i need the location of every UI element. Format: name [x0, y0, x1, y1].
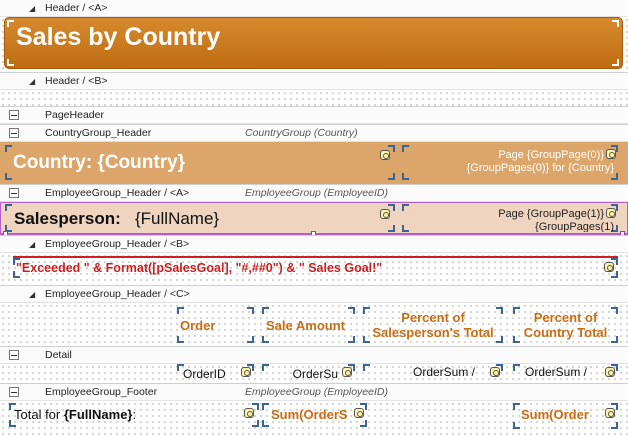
collapse-box-icon[interactable]: [9, 350, 19, 360]
detail-pct1-text: OrderSum /: [413, 365, 476, 379]
header-b-area: [0, 90, 628, 106]
salesperson-label: Salesperson:: [14, 209, 121, 228]
total-prefix: Total for: [14, 407, 64, 422]
field-icon: [490, 367, 500, 377]
sum-order-country-text: Sum(Order: [521, 407, 589, 422]
salesperson-field[interactable]: Salesperson: {FullName}: [5, 204, 395, 232]
title-bracket: [7, 20, 619, 66]
band-employee-group-header-c[interactable]: ◢ EmployeeGroup_Header / <C>: [0, 285, 628, 303]
detail-pct2-text: OrderSum /: [525, 365, 588, 379]
field-icon: [241, 367, 251, 377]
col-pct-country-line1: Percent of: [533, 310, 598, 325]
country-page-field[interactable]: Page {GroupPage(0)} {GroupPages(0)} for …: [402, 145, 618, 180]
band-label: Detail: [45, 349, 72, 361]
field-icon: [604, 262, 614, 272]
field-icon: [605, 367, 615, 377]
field-icon: [380, 209, 390, 219]
band-label: EmployeeGroup_Header / <B>: [45, 238, 190, 250]
salesperson-page-line1: Page {GroupPage(1)}: [498, 208, 604, 220]
report-title-box[interactable]: Sales by Country: [4, 17, 623, 69]
country-field[interactable]: Country: {Country}: [5, 145, 395, 180]
collapse-triangle-icon[interactable]: ◢: [29, 4, 35, 13]
salesperson-page-field[interactable]: Page {GroupPage(1)} {GroupPages(1): [402, 204, 618, 232]
detail-pct-country[interactable]: OrderSum /: [513, 364, 618, 383]
band-label: Header / <B>: [45, 75, 108, 87]
country-label: Country: {Country}: [13, 152, 186, 173]
col-sale-amount-header[interactable]: Sale Amount: [262, 307, 355, 343]
detail-order-sum[interactable]: OrderSu: [262, 364, 355, 383]
field-icon: [342, 367, 352, 377]
detail-pct-salesperson[interactable]: OrderSum /: [363, 364, 503, 383]
field-icon: [380, 150, 390, 160]
collapse-box-icon[interactable]: [9, 110, 19, 120]
band-label: Header / <A>: [45, 2, 108, 14]
collapse-box-icon[interactable]: [9, 387, 19, 397]
detail-order-id[interactable]: OrderID: [177, 364, 254, 383]
band-label: EmployeeGroup_Header / <C>: [45, 288, 190, 300]
band-group-info: CountryGroup (Country): [245, 127, 358, 139]
band-page-header[interactable]: PageHeader: [0, 106, 628, 124]
col-pct-country-line2: Country Total: [523, 325, 608, 340]
goal-expression-field[interactable]: "Exceeded " & Format([pSalesGoal], "#,##…: [13, 256, 618, 278]
field-icon: [606, 208, 616, 218]
band-header-a[interactable]: ◢ Header / <A>: [0, 0, 628, 17]
col-pct-salesperson-line2: Salesperson's Total: [372, 325, 494, 340]
collapse-triangle-icon[interactable]: ◢: [29, 290, 35, 299]
salesperson-value: {FullName}: [135, 209, 220, 228]
col-pct-salesperson-line1: Percent of: [401, 310, 465, 325]
col-pct-salesperson-header[interactable]: Percent of Salesperson's Total: [363, 307, 503, 343]
total-for-field[interactable]: Total for {FullName}:: [9, 403, 259, 427]
total-suffix: :: [132, 407, 137, 422]
band-detail[interactable]: Detail: [0, 346, 628, 364]
total-field: {FullName}: [63, 407, 133, 422]
country-page-line2: {GroupPages(0)} for {Country}: [466, 162, 614, 174]
col-sale-amount-label: Sale Amount: [266, 318, 345, 333]
band-group-info: EmployeeGroup (EmployeeID): [245, 386, 388, 398]
col-pct-country-header[interactable]: Percent of Country Total: [513, 307, 618, 343]
band-employee-group-header-b[interactable]: ◢ EmployeeGroup_Header / <B>: [0, 235, 628, 253]
collapse-box-icon[interactable]: [9, 188, 19, 198]
band-employee-group-header-a[interactable]: EmployeeGroup_Header / <A> EmployeeGroup…: [0, 184, 628, 202]
country-page-line1: Page {GroupPage(0)}: [498, 149, 604, 161]
collapse-triangle-icon[interactable]: ◢: [29, 240, 35, 249]
sum-order-country-field[interactable]: Sum(Order: [513, 403, 618, 429]
collapse-box-icon[interactable]: [9, 128, 19, 138]
field-icon: [605, 408, 615, 418]
collapse-triangle-icon[interactable]: ◢: [29, 77, 35, 86]
salesperson-page-line2: {GroupPages(1): [535, 221, 614, 232]
band-label: EmployeeGroup_Header / <A>: [45, 187, 190, 199]
goal-expression-text: "Exceeded " & Format([pSalesGoal], "#,##…: [16, 261, 383, 275]
field-icon: [606, 149, 616, 159]
detail-order-id-text: OrderID: [183, 367, 226, 381]
sum-order-text: Sum(OrderS: [271, 407, 348, 422]
band-label: CountryGroup_Header: [45, 127, 152, 139]
col-order-label: Order: [180, 318, 216, 333]
band-employee-group-footer[interactable]: EmployeeGroup_Footer EmployeeGroup (Empl…: [0, 383, 628, 401]
sum-order-field[interactable]: Sum(OrderS: [262, 403, 367, 427]
band-label: PageHeader: [45, 109, 104, 121]
field-icon: [354, 408, 364, 418]
detail-order-sum-text: OrderSu: [292, 367, 338, 381]
band-header-b[interactable]: ◢ Header / <B>: [0, 72, 628, 90]
band-label: EmployeeGroup_Footer: [45, 386, 158, 398]
field-icon: [244, 408, 254, 418]
col-order-header[interactable]: Order: [177, 307, 254, 343]
band-group-info: EmployeeGroup (EmployeeID): [245, 187, 388, 199]
band-country-group-header[interactable]: CountryGroup_Header CountryGroup (Countr…: [0, 124, 628, 142]
